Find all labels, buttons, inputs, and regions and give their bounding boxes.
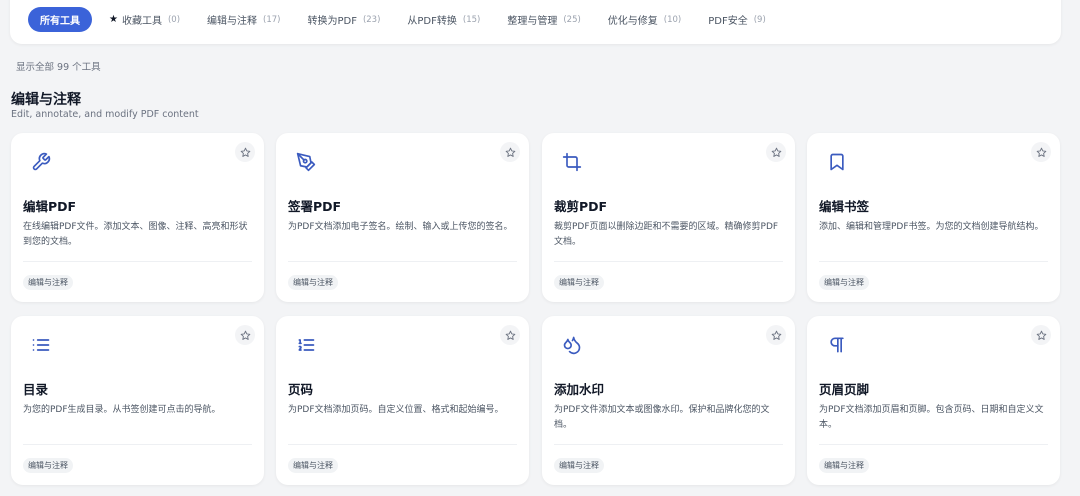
star-outline-icon bbox=[240, 330, 250, 340]
tab-convert-to-pdf[interactable]: 转换为PDF (23) bbox=[307, 7, 380, 32]
star-outline-icon bbox=[1036, 330, 1046, 340]
tab-count: (25) bbox=[563, 14, 581, 25]
star-outline-icon bbox=[505, 330, 515, 340]
tool-card-table-of-contents[interactable]: 目录 为您的PDF生成目录。从书签创建可点击的导航。 编辑与注释 bbox=[11, 316, 264, 485]
category-tag: 编辑与注释 bbox=[23, 275, 73, 290]
tab-edit-annotate[interactable]: 编辑与注释 (17) bbox=[207, 7, 280, 32]
tab-convert-from-pdf[interactable]: 从PDF转换 (15) bbox=[407, 7, 480, 32]
tab-all-tools[interactable]: 所有工具 bbox=[28, 7, 92, 32]
card-divider bbox=[288, 444, 517, 445]
card-divider bbox=[23, 444, 252, 445]
card-title: 编辑书签 bbox=[819, 199, 870, 214]
favorite-button[interactable] bbox=[766, 325, 786, 345]
tab-label: 所有工具 bbox=[40, 16, 80, 27]
tool-card-page-numbers[interactable]: 页码 为PDF文档添加页码。自定义位置、格式和起始编号。 编辑与注释 bbox=[276, 316, 529, 485]
category-tab-bar: 所有工具 ★ 收藏工具 (0) 编辑与注释 (17) 转换为PDF (23) 从… bbox=[10, 0, 1061, 44]
star-outline-icon bbox=[1036, 147, 1046, 157]
star-outline-icon bbox=[240, 147, 250, 157]
tab-label: 整理与管理 bbox=[507, 16, 558, 27]
favorite-button[interactable] bbox=[1031, 142, 1051, 162]
card-divider bbox=[819, 444, 1048, 445]
card-description: 为PDF文档添加页眉和页脚。包含页码、日期和自定义文本。 bbox=[819, 405, 1044, 430]
favorite-button[interactable] bbox=[500, 142, 520, 162]
card-description: 为PDF文档添加页码。自定义位置、格式和起始编号。 bbox=[288, 405, 504, 415]
tab-count: (15) bbox=[462, 14, 481, 25]
tab-label: 编辑与注释 bbox=[207, 16, 258, 27]
card-title: 编辑PDF bbox=[23, 199, 77, 214]
bookmark-icon bbox=[827, 152, 847, 172]
card-title: 目录 bbox=[23, 382, 49, 397]
card-title: 裁剪PDF bbox=[554, 199, 608, 214]
card-description: 添加、编辑和管理PDF书签。为您的文档创建导航结构。 bbox=[819, 222, 1044, 232]
card-divider bbox=[554, 261, 783, 262]
card-title: 页眉页脚 bbox=[819, 382, 870, 397]
tool-card-edit-bookmarks[interactable]: 编辑书签 添加、编辑和管理PDF书签。为您的文档创建导航结构。 编辑与注释 bbox=[807, 133, 1060, 302]
card-title: 添加水印 bbox=[554, 382, 605, 397]
section-subtitle: Edit, annotate, and modify PDF content bbox=[11, 109, 199, 120]
star-outline-icon bbox=[771, 330, 781, 340]
card-title: 页码 bbox=[288, 382, 314, 397]
tab-label: PDF安全 bbox=[708, 16, 748, 27]
category-tag: 编辑与注释 bbox=[288, 275, 338, 290]
category-tag: 编辑与注释 bbox=[819, 458, 869, 473]
category-tag: 编辑与注释 bbox=[554, 458, 604, 473]
favorite-button[interactable] bbox=[766, 142, 786, 162]
tab-count: (10) bbox=[663, 14, 682, 25]
tab-count: (9) bbox=[753, 14, 766, 25]
category-tag: 编辑与注释 bbox=[819, 275, 869, 290]
tool-card-sign-pdf[interactable]: 签署PDF 为PDF文档添加电子签名。绘制、输入或上传您的签名。 编辑与注释 bbox=[276, 133, 529, 302]
card-description: 为您的PDF生成目录。从书签创建可点击的导航。 bbox=[23, 405, 221, 415]
tool-card-add-watermark[interactable]: 添加水印 为PDF文件添加文本或图像水印。保护和品牌化您的文档。 编辑与注释 bbox=[542, 316, 795, 485]
card-description: 在线编辑PDF文件。添加文本、图像、注释、高亮和形状到您的文档。 bbox=[23, 222, 248, 247]
list-icon bbox=[31, 335, 51, 355]
pilcrow-icon bbox=[827, 335, 847, 355]
card-title: 签署PDF bbox=[288, 199, 342, 214]
favorite-button[interactable] bbox=[1031, 325, 1051, 345]
wrench-icon bbox=[31, 152, 51, 172]
favorite-button[interactable] bbox=[500, 325, 520, 345]
card-description: 为PDF文档添加电子签名。绘制、输入或上传您的签名。 bbox=[288, 222, 513, 232]
favorite-button[interactable] bbox=[235, 325, 255, 345]
tool-card-edit-pdf[interactable]: 编辑PDF 在线编辑PDF文件。添加文本、图像、注释、高亮和形状到您的文档。 编… bbox=[11, 133, 264, 302]
star-outline-icon bbox=[771, 147, 781, 157]
tool-card-crop-pdf[interactable]: 裁剪PDF 裁剪PDF页面以删除边距和不需要的区域。精确修剪PDF文档。 编辑与… bbox=[542, 133, 795, 302]
tab-favorites[interactable]: ★ 收藏工具 (0) bbox=[109, 7, 180, 32]
numbered-list-icon bbox=[296, 335, 316, 355]
category-tag: 编辑与注释 bbox=[554, 275, 604, 290]
tab-count: (23) bbox=[362, 14, 381, 25]
card-description: 为PDF文件添加文本或图像水印。保护和品牌化您的文档。 bbox=[554, 405, 770, 430]
card-description: 裁剪PDF页面以删除边距和不需要的区域。精确修剪PDF文档。 bbox=[554, 222, 779, 247]
card-divider bbox=[554, 444, 783, 445]
favorite-button[interactable] bbox=[235, 142, 255, 162]
droplets-icon bbox=[562, 335, 582, 355]
star-filled-icon: ★ bbox=[109, 14, 118, 25]
tab-organize-manage[interactable]: 整理与管理 (25) bbox=[507, 7, 580, 32]
category-tabs: 所有工具 ★ 收藏工具 (0) 编辑与注释 (17) 转换为PDF (23) 从… bbox=[28, 7, 766, 32]
tab-label: 转换为PDF bbox=[307, 16, 357, 27]
star-outline-icon bbox=[505, 147, 515, 157]
tab-count: (17) bbox=[263, 14, 281, 25]
card-divider bbox=[23, 261, 252, 262]
category-tag: 编辑与注释 bbox=[288, 458, 338, 473]
tab-label: 优化与修复 bbox=[607, 16, 658, 27]
category-tag: 编辑与注释 bbox=[23, 458, 73, 473]
tab-pdf-security[interactable]: PDF安全 (9) bbox=[708, 7, 766, 32]
card-divider bbox=[288, 261, 517, 262]
tab-label: 收藏工具 bbox=[121, 16, 162, 27]
tab-count: (0) bbox=[167, 14, 181, 25]
tool-card-header-footer[interactable]: 页眉页脚 为PDF文档添加页眉和页脚。包含页码、日期和自定义文本。 编辑与注释 bbox=[807, 316, 1060, 485]
crop-icon bbox=[562, 152, 582, 172]
tab-label: 从PDF转换 bbox=[407, 16, 457, 27]
pen-nib-icon bbox=[296, 152, 316, 172]
section-title: 编辑与注释 bbox=[11, 92, 81, 108]
card-divider bbox=[819, 261, 1048, 262]
tab-optimize-repair[interactable]: 优化与修复 (10) bbox=[608, 7, 681, 32]
tool-count-text: 显示全部 99 个工具 bbox=[16, 62, 101, 73]
